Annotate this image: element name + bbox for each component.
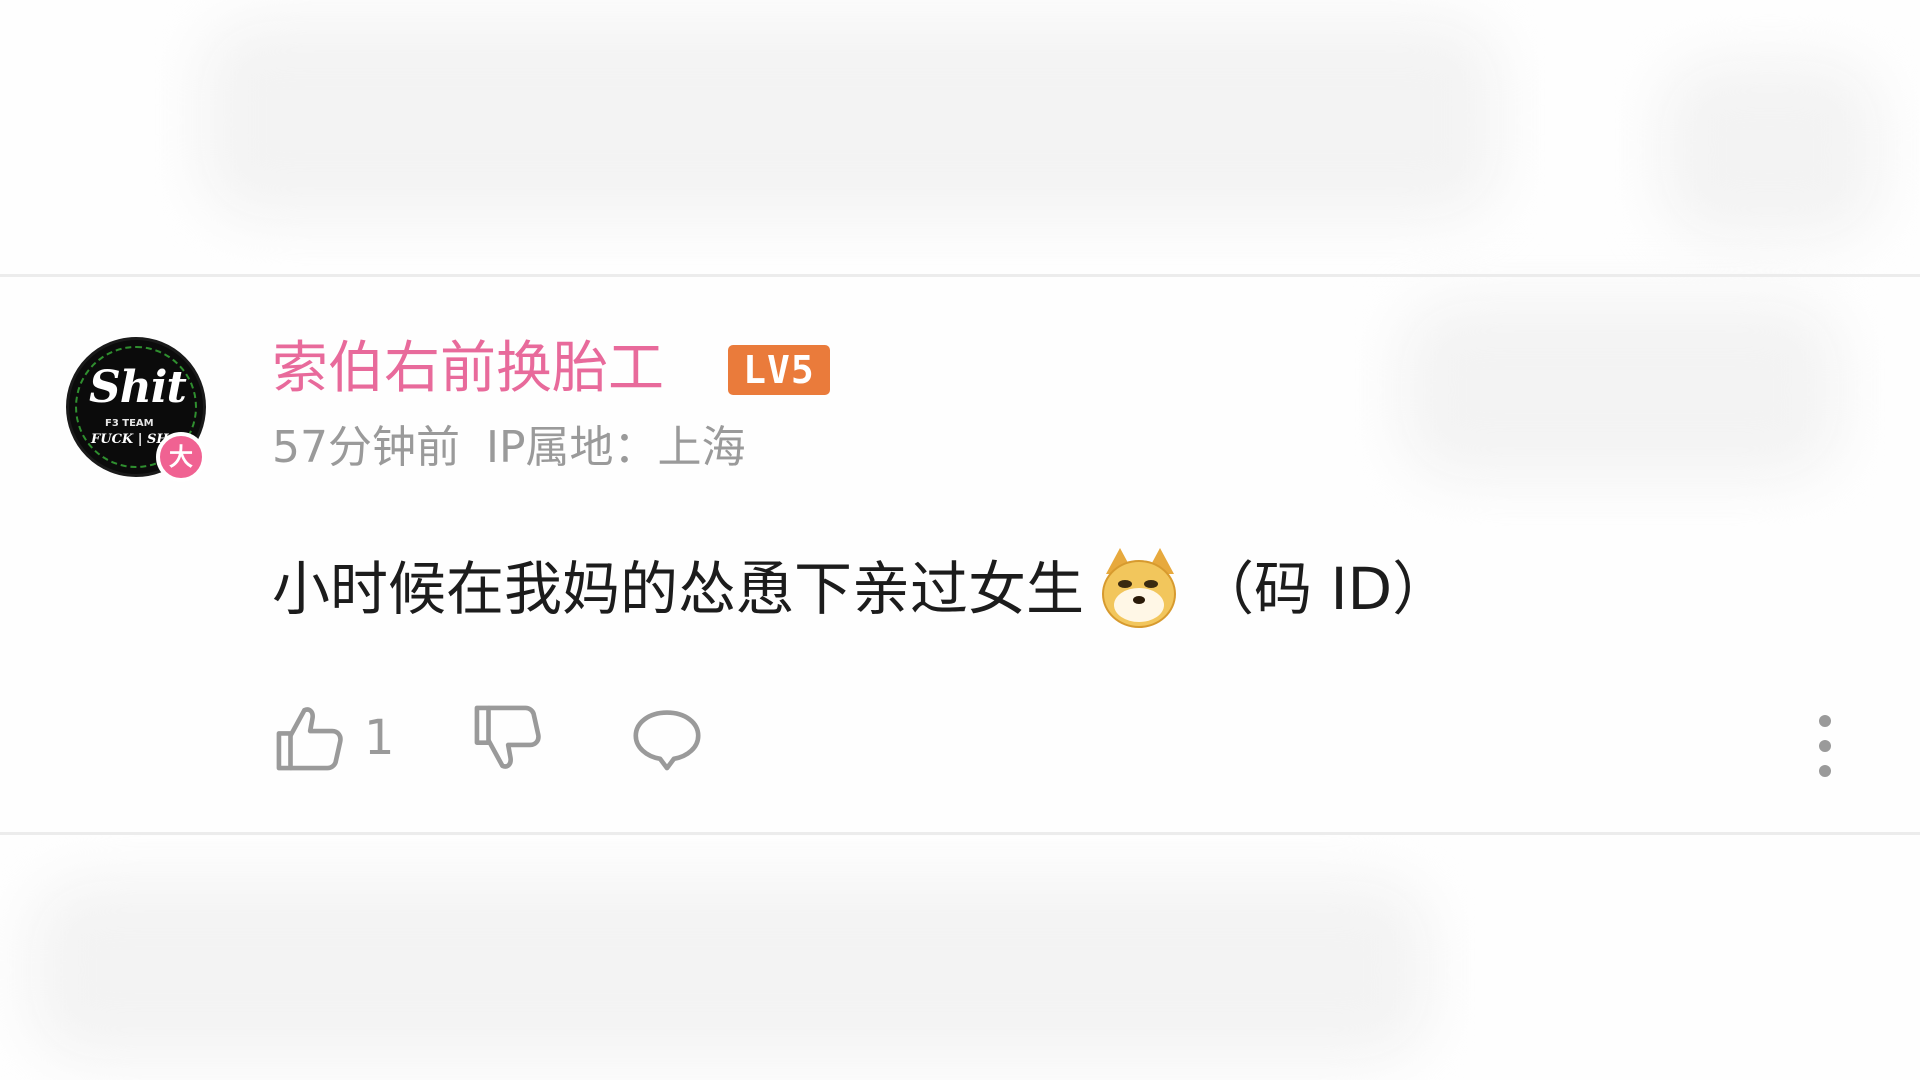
comment-time: 57分钟前 — [272, 422, 460, 473]
blurred-next-comment — [30, 880, 1430, 1060]
comment-text-suffix: （码 ID） — [1196, 555, 1451, 623]
comment-screen: Shit F3 TEAM FUCK | SHA 大 索伯右前换胎工 LV5 57… — [0, 0, 1920, 1080]
level-badge: LV5 — [728, 345, 830, 395]
doge-emoji-icon — [1096, 546, 1182, 632]
avatar-title: Shit — [89, 362, 187, 413]
top-divider — [0, 274, 1920, 277]
comment-meta: 57分钟前 IP属地：上海 — [272, 420, 772, 476]
comment-text: 小时候在我妈的怂恿下亲过女生 （码 ID） — [272, 546, 1450, 632]
vip-badge: 大 — [156, 432, 206, 482]
thumbs-down-icon[interactable] — [470, 701, 544, 775]
blurred-previous-comment-right — [1660, 60, 1880, 240]
avatar-subtitle: F3 TEAM — [105, 418, 154, 429]
more-vertical-icon[interactable] — [1805, 711, 1845, 781]
comment-text-main: 小时候在我妈的怂恿下亲过女生 — [272, 555, 1085, 623]
ip-location: IP属地：上海 — [486, 422, 746, 473]
username[interactable]: 索伯右前换胎工 — [272, 334, 664, 404]
comment-item: Shit F3 TEAM FUCK | SHA 大 索伯右前换胎工 LV5 57… — [0, 278, 1920, 833]
like-count: 1 — [364, 710, 395, 766]
comment-bubble-icon[interactable] — [630, 701, 704, 775]
thumbs-up-icon[interactable] — [272, 701, 346, 775]
comment-actions: 1 — [272, 698, 704, 778]
blurred-previous-comment — [200, 20, 1500, 220]
